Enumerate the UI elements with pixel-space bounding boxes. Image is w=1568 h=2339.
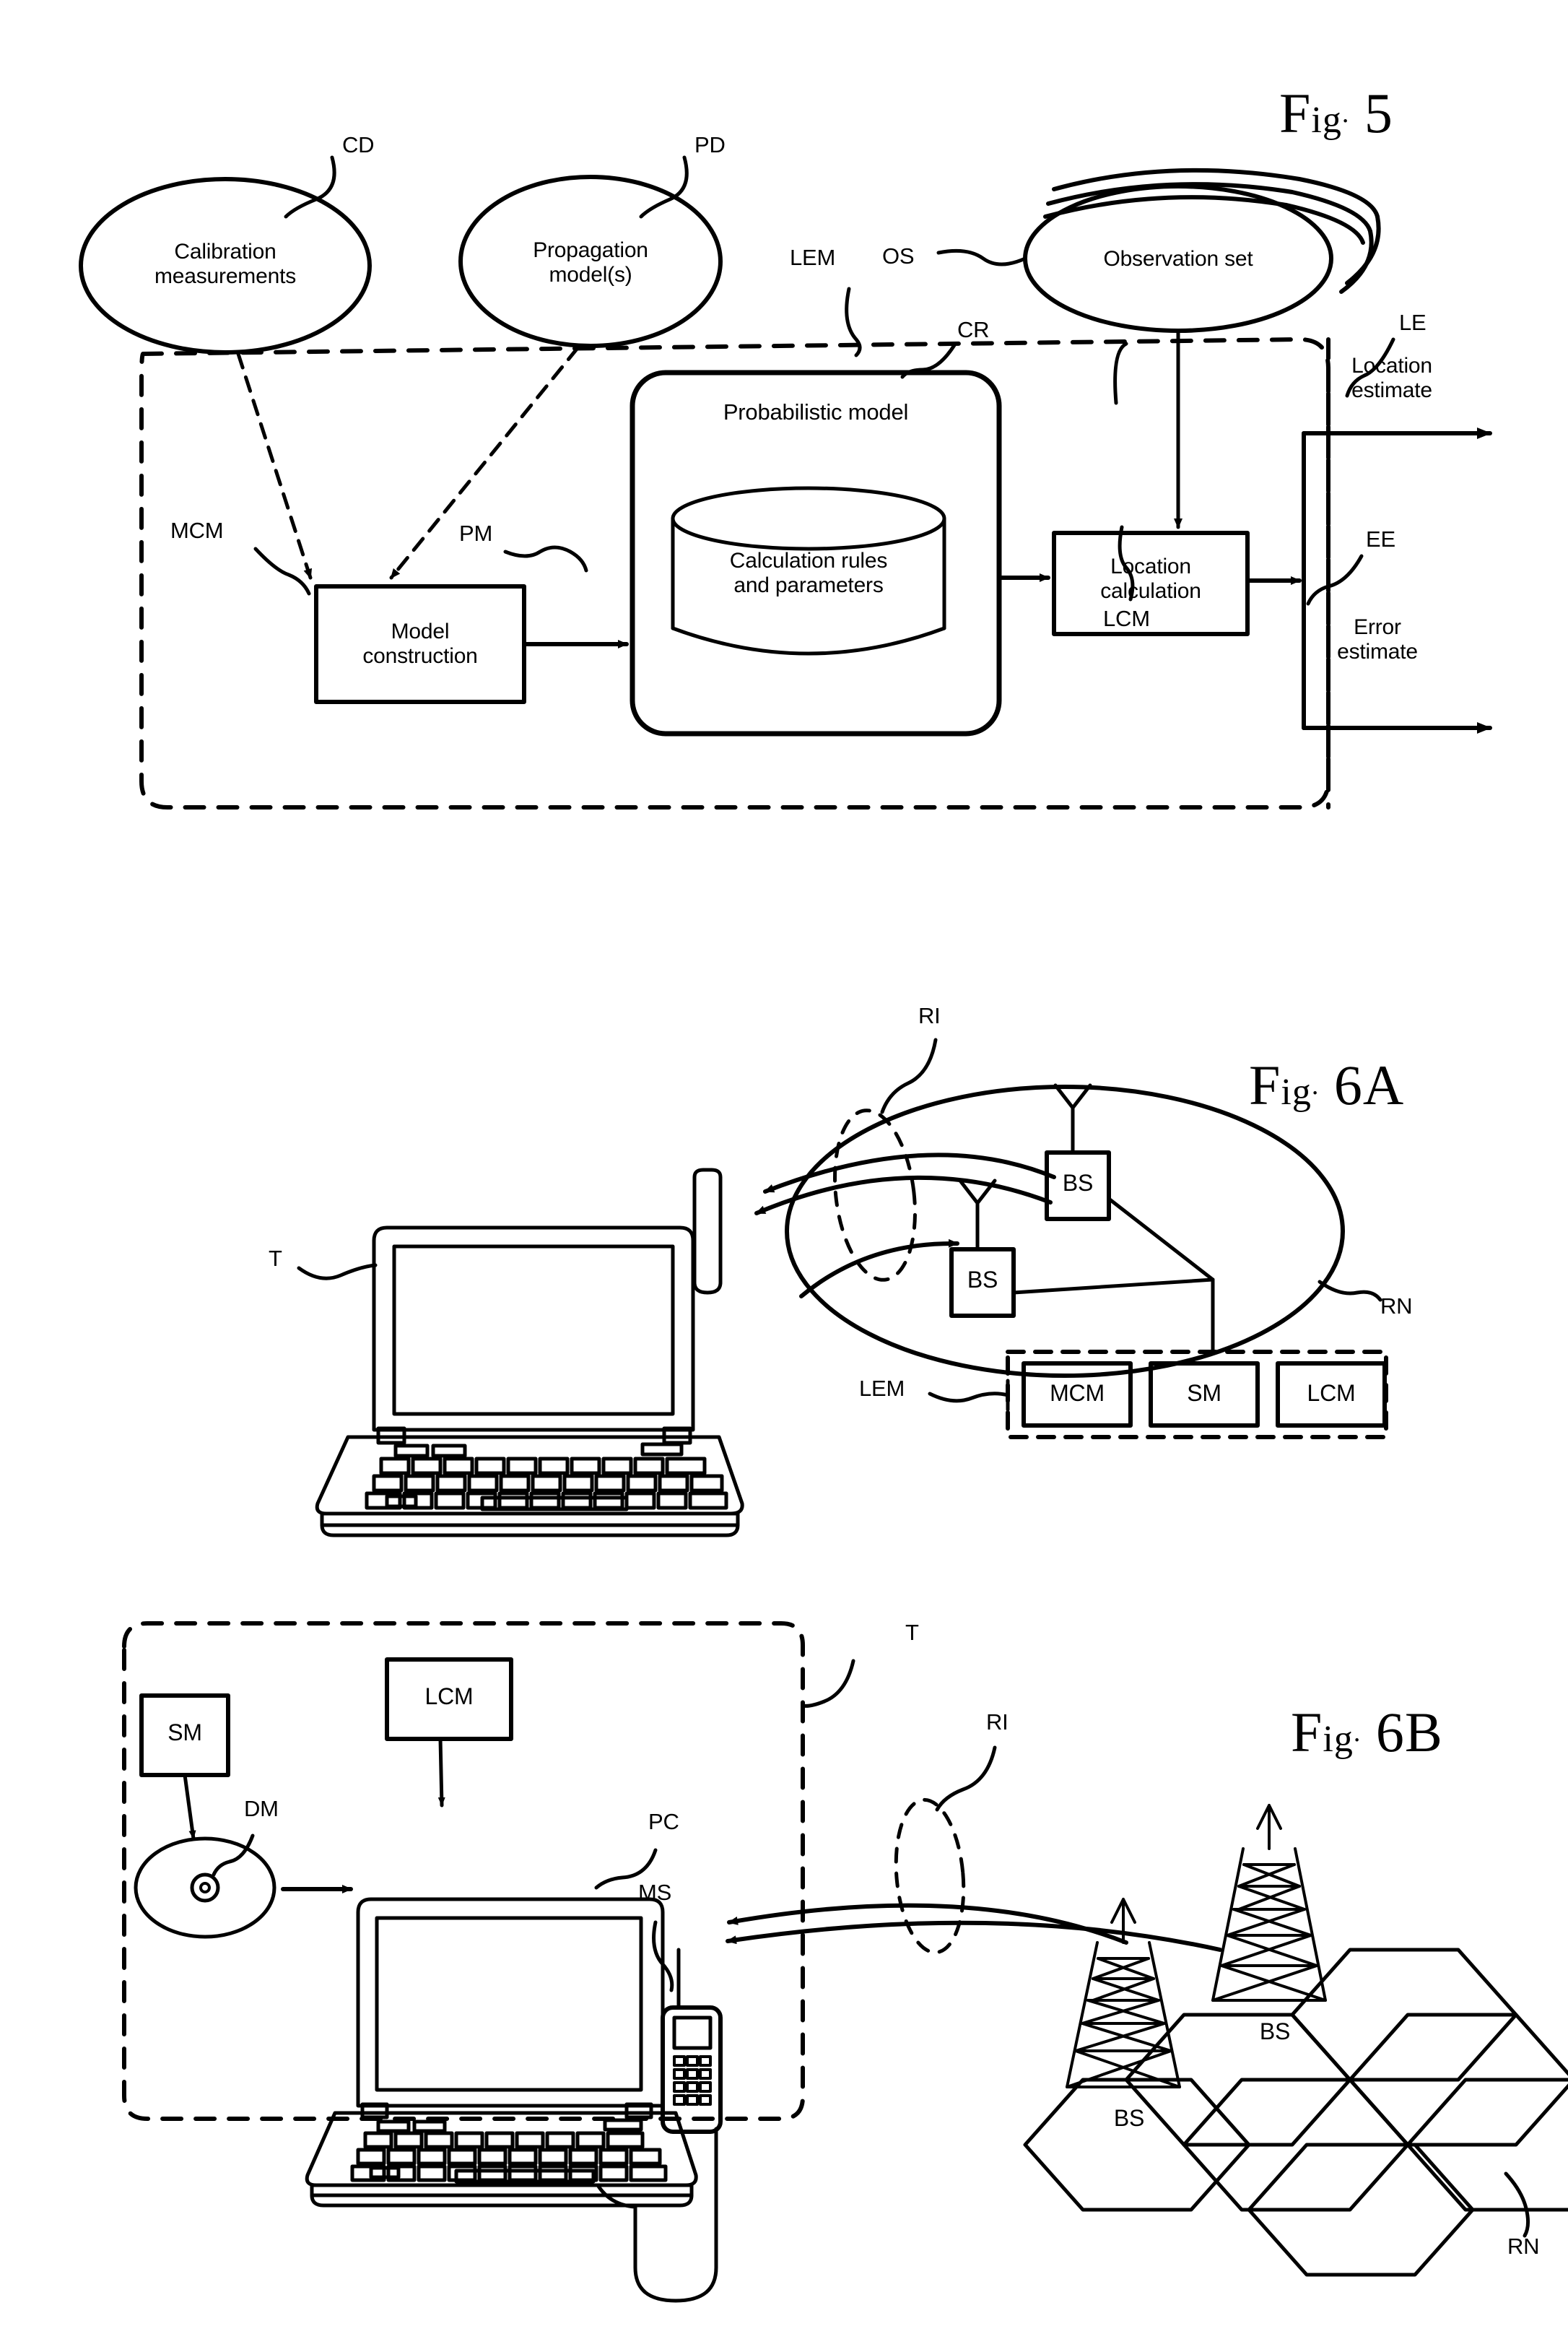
ref-label-pc: PC: [648, 1809, 679, 1834]
ref-label-t-fig6a: T: [269, 1246, 282, 1271]
node-bs-right-fig6b: BS: [1259, 2018, 1291, 2044]
node-bs-left-fig6b: BS: [1113, 2105, 1145, 2131]
ref-label-cr: CR: [957, 317, 990, 342]
node-observation-set: Observation set: [1103, 247, 1253, 271]
ref-label-ee: EE: [1366, 526, 1395, 552]
node-lcm-fig6a: LCM: [1307, 1380, 1356, 1406]
node-error-estimate: Error estimate: [1337, 615, 1418, 664]
ref-label-rn-fig6b: RN: [1507, 2234, 1540, 2259]
ref-label-lem-fig6a: LEM: [859, 1376, 905, 1401]
ref-label-t-fig6b: T: [905, 1620, 919, 1645]
ref-label-rn-fig6a: RN: [1380, 1293, 1413, 1319]
ref-label-ri-fig6b: RI: [986, 1709, 1009, 1735]
node-propagation-model: Propagation model(s): [533, 238, 648, 287]
ref-label-le: LE: [1399, 310, 1427, 335]
node-bs-upper-fig6a: BS: [1062, 1170, 1094, 1196]
figure-5-caption: Fig. 5: [1279, 82, 1393, 144]
node-calculation-rules: Calculation rules and parameters: [729, 549, 888, 597]
figure-6b-caption: Fig. 6B: [1291, 1701, 1443, 1763]
node-lcm-fig6b: LCM: [424, 1683, 474, 1709]
patent-drawing-sheet: Fig. 5 CD PD LEM OS LE EE CR MCM PM LCM …: [0, 0, 1568, 2339]
node-calibration-measurements: Calibration measurements: [154, 240, 296, 288]
ref-label-os: OS: [882, 243, 915, 269]
node-probabilistic-model: Probabilistic model: [723, 399, 909, 425]
node-sm-fig6b: SM: [167, 1719, 202, 1745]
ref-label-ri-fig6a: RI: [918, 1003, 941, 1028]
node-location-estimate: Location estimate: [1351, 354, 1432, 402]
ref-label-lem-fig5: LEM: [790, 245, 836, 270]
node-sm-fig6a: SM: [1187, 1380, 1221, 1406]
figure-6a-caption: Fig. 6A: [1249, 1054, 1405, 1116]
ref-label-ms: MS: [638, 1880, 672, 1905]
ref-label-pd: PD: [694, 132, 726, 157]
ref-label-pm: PM: [459, 521, 493, 546]
node-location-calculation: Location calculation: [1100, 555, 1201, 603]
node-mcm-fig6a: MCM: [1050, 1380, 1105, 1406]
node-model-construction: Model construction: [362, 620, 478, 668]
ref-label-dm: DM: [244, 1796, 279, 1821]
ref-label-cd: CD: [342, 132, 375, 157]
ref-label-mcm-fig5: MCM: [170, 518, 224, 543]
node-bs-lower-fig6a: BS: [967, 1267, 998, 1293]
ref-label-lcm-fig5: LCM: [1103, 606, 1150, 631]
